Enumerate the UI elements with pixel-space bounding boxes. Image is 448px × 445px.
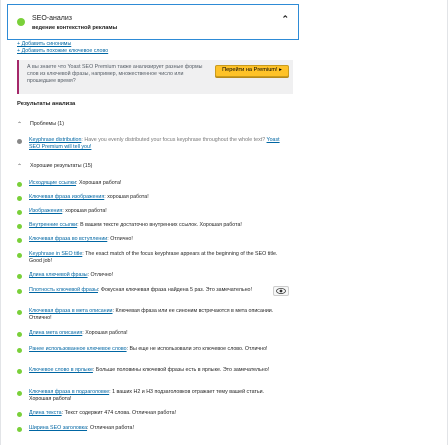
result-link[interactable]: Ключевая фраза в подзаголовке bbox=[29, 389, 109, 395]
status-good-icon bbox=[17, 252, 22, 258]
status-good-icon bbox=[17, 273, 22, 279]
status-good-icon bbox=[17, 331, 22, 337]
analysis-results-heading: Результаты анализа bbox=[17, 101, 76, 107]
status-good-icon bbox=[17, 347, 22, 353]
seo-analysis-header[interactable]: SEO-анализ ведение контекстной рекламы ⌃ bbox=[7, 4, 299, 40]
result-link[interactable]: Ключевое слово в ярлыке bbox=[29, 367, 93, 373]
premium-promo-box: А вы знаете что Yoast SEO Premium также … bbox=[17, 60, 293, 94]
result-link[interactable]: Исходящие ссылки bbox=[29, 180, 76, 186]
result-link[interactable]: Длина текста bbox=[29, 410, 62, 416]
add-related-keyphrase-link[interactable]: + Добавить похожие ключевое слово bbox=[17, 48, 108, 55]
status-good-icon bbox=[17, 390, 22, 396]
highlight-eye-button[interactable] bbox=[273, 286, 289, 296]
result-link[interactable]: Ключевая фраза во вступлении bbox=[29, 236, 107, 242]
result-link[interactable]: Ширина SEO заголовка bbox=[29, 425, 87, 431]
status-good-icon bbox=[17, 368, 22, 374]
status-good-icon bbox=[17, 411, 22, 417]
caret-up-icon: ⌃ bbox=[17, 122, 23, 128]
section-title: SEO-анализ bbox=[32, 15, 72, 22]
result-link[interactable]: Ранее использованное ключевое слово bbox=[29, 346, 127, 352]
good-results-label: Хорошие результаты (15) bbox=[30, 163, 93, 170]
seo-score-icon bbox=[17, 18, 25, 26]
result-link[interactable]: Ключевая фраза изображения bbox=[29, 194, 104, 200]
focus-keyphrase-label: ведение контекстной рекламы bbox=[32, 25, 118, 31]
result-link[interactable]: Внутренние ссылки bbox=[29, 222, 77, 228]
result-link[interactable]: Изображения bbox=[29, 208, 62, 214]
status-good-icon bbox=[17, 181, 22, 187]
problem-link[interactable]: Keyphrase distribution bbox=[29, 137, 81, 143]
status-good-icon bbox=[17, 223, 22, 229]
status-neutral-icon bbox=[17, 138, 22, 144]
add-synonyms-link[interactable]: + Добавить синонимы bbox=[17, 41, 108, 48]
problems-label: Проблемы (1) bbox=[30, 121, 64, 128]
promo-text: А вы знаете что Yoast SEO Premium также … bbox=[27, 64, 203, 84]
eye-icon bbox=[276, 288, 286, 294]
result-link[interactable]: Плотность ключевой фразы bbox=[29, 287, 98, 293]
go-premium-button[interactable]: Перейти на Premium! ▸ bbox=[215, 65, 289, 77]
problems-toggle[interactable]: ⌃ Проблемы (1) bbox=[17, 121, 64, 129]
status-good-icon bbox=[17, 309, 22, 315]
chevron-up-icon[interactable]: ⌃ bbox=[281, 13, 289, 25]
result-link[interactable]: Длина мета описания bbox=[29, 330, 82, 336]
good-results-toggle[interactable]: ⌃ Хорошие результаты (15) bbox=[17, 163, 92, 171]
status-good-icon bbox=[17, 237, 22, 243]
seo-analysis-panel: SEO-анализ ведение контекстной рекламы ⌃… bbox=[0, 0, 448, 445]
problem-text: Keyphrase distribution: Have you evenly … bbox=[29, 137, 280, 151]
caret-up-icon: ⌃ bbox=[17, 164, 23, 170]
status-good-icon bbox=[17, 288, 22, 294]
status-good-icon bbox=[17, 209, 22, 215]
result-link[interactable]: Keyphrase in SEO title bbox=[29, 251, 82, 257]
add-links: + Добавить синонимы + Добавить похожие к… bbox=[17, 41, 108, 55]
result-link[interactable]: Длина ключевой фразы bbox=[29, 272, 88, 278]
status-good-icon bbox=[17, 426, 22, 432]
status-good-icon bbox=[17, 195, 22, 201]
result-link[interactable]: Ключевая фраза в мета описании bbox=[29, 308, 113, 314]
